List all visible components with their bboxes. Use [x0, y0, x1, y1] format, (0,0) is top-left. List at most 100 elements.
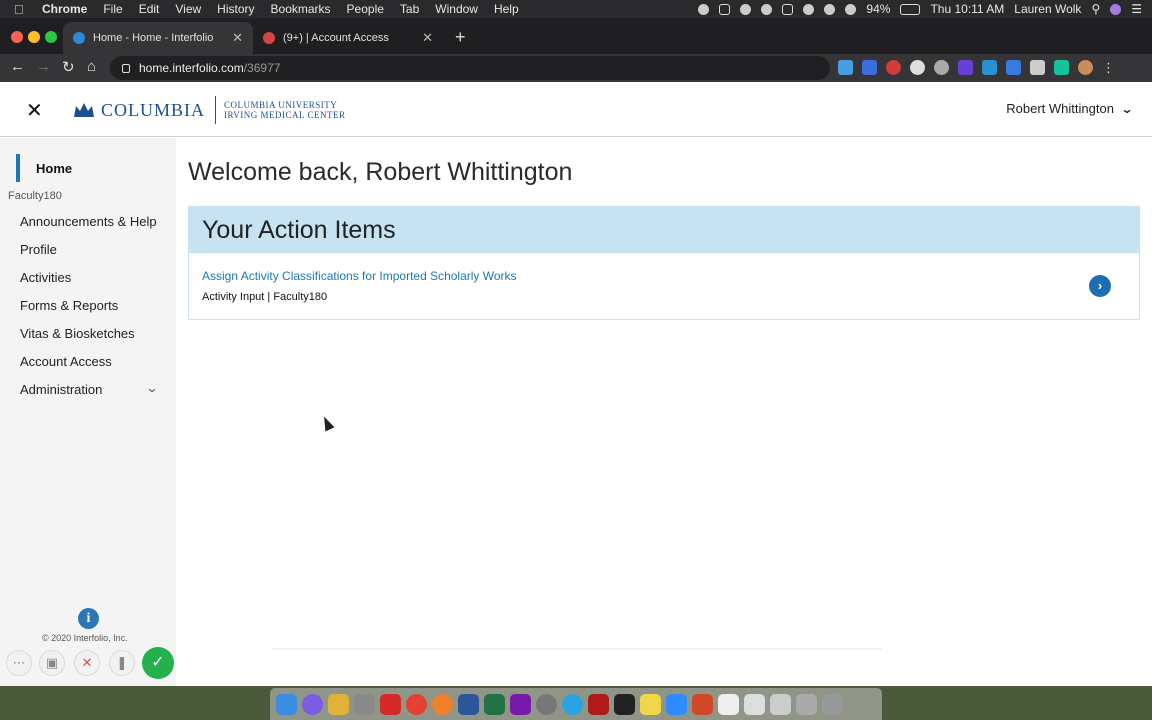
- chevron-right-icon[interactable]: ›: [1089, 275, 1111, 297]
- wifi-icon[interactable]: [824, 3, 836, 15]
- preview-icon[interactable]: [744, 693, 765, 715]
- user-name: Robert Whittington: [1006, 101, 1114, 116]
- main-content: Welcome back, Robert Whittington Your Ac…: [176, 138, 1152, 686]
- downloads-icon[interactable]: [796, 693, 817, 715]
- recorder-finish-icon[interactable]: ✓: [142, 647, 174, 679]
- apple-icon[interactable]: : [14, 2, 28, 17]
- stickies-icon[interactable]: [640, 693, 661, 715]
- siri-dock-icon[interactable]: [302, 693, 323, 715]
- acrobat-icon[interactable]: [588, 693, 609, 715]
- back-icon[interactable]: ←: [10, 58, 25, 75]
- spotlight-search-icon[interactable]: ⚲: [1091, 2, 1100, 16]
- menu-help[interactable]: Help: [494, 2, 519, 16]
- menu-bookmarks[interactable]: Bookmarks: [271, 2, 331, 16]
- extension-icon[interactable]: [838, 60, 853, 75]
- address-bar[interactable]: home.interfolio.com/36977: [110, 56, 830, 80]
- chevron-down-icon[interactable]: ⌄: [145, 381, 158, 395]
- reload-icon[interactable]: ↻: [62, 58, 75, 76]
- slack-icon[interactable]: [328, 693, 349, 715]
- sidebar-item-profile[interactable]: Profile: [20, 242, 57, 257]
- extension-icon[interactable]: [934, 60, 949, 75]
- messages-icon[interactable]: [562, 693, 583, 715]
- window-minimize-icon[interactable]: [28, 31, 40, 43]
- microphone-icon[interactable]: [698, 3, 710, 15]
- zoom-extension-icon[interactable]: [862, 60, 877, 75]
- firefox-icon[interactable]: [432, 693, 453, 715]
- menu-tab[interactable]: Tab: [400, 2, 419, 16]
- clock[interactable]: Thu 10:11 AM: [930, 2, 1004, 16]
- battery-icon[interactable]: [900, 3, 921, 15]
- info-icon[interactable]: i: [78, 608, 99, 629]
- lock-icon[interactable]: [122, 63, 130, 73]
- extension-icon[interactable]: [1030, 60, 1045, 75]
- recorder-camera-icon[interactable]: ▣: [39, 650, 65, 676]
- logo-divider: [215, 96, 217, 124]
- extension-icon[interactable]: [958, 60, 973, 75]
- window-close-icon[interactable]: [11, 31, 23, 43]
- browser-tab-home[interactable]: Home - Home - Interfolio ✕: [63, 22, 253, 54]
- menu-history[interactable]: History: [217, 2, 254, 16]
- extension-icon[interactable]: [1006, 60, 1021, 75]
- recorder-more-icon[interactable]: ⋯: [6, 650, 32, 676]
- home-icon[interactable]: ⌂: [87, 58, 96, 75]
- sidebar-item-account-access[interactable]: Account Access: [20, 354, 112, 369]
- close-tab-icon[interactable]: ✕: [422, 30, 433, 46]
- drive-icon[interactable]: [740, 3, 752, 15]
- launchpad-icon[interactable]: [354, 693, 375, 715]
- volume-icon[interactable]: [845, 3, 857, 15]
- new-tab-icon[interactable]: +: [455, 27, 466, 48]
- screenshot-icon[interactable]: [770, 693, 791, 715]
- close-menu-icon[interactable]: ✕: [26, 98, 43, 123]
- extension-icon[interactable]: [910, 60, 925, 75]
- bluetooth-icon[interactable]: [803, 3, 815, 15]
- recorder-pause-icon[interactable]: ❚: [109, 650, 135, 676]
- recorder-cancel-icon[interactable]: ✕: [74, 650, 100, 676]
- browser-tab-strip: Home - Home - Interfolio ✕ (9+) | Accoun…: [0, 18, 1152, 54]
- page-title: Welcome back, Robert Whittington: [188, 158, 573, 186]
- close-tab-icon[interactable]: ✕: [232, 30, 243, 46]
- menu-view[interactable]: View: [175, 2, 201, 16]
- menu-edit[interactable]: Edit: [139, 2, 160, 16]
- sidebar-item-announcements[interactable]: Announcements & Help: [20, 214, 157, 229]
- notification-center-icon[interactable]: ☰: [1131, 2, 1142, 16]
- sidebar-item-home[interactable]: Home: [0, 154, 176, 182]
- sidebar-item-vitas-biosketches[interactable]: Vitas & Biosketches: [20, 326, 135, 341]
- sidebar-item-activities[interactable]: Activities: [20, 270, 71, 285]
- action-item-link[interactable]: Assign Activity Classifications for Impo…: [202, 269, 517, 283]
- menu-user-name[interactable]: Lauren Wolk: [1014, 2, 1081, 16]
- menu-people[interactable]: People: [347, 2, 384, 16]
- menu-app-name[interactable]: Chrome: [42, 2, 87, 16]
- finder-icon[interactable]: [276, 693, 297, 715]
- word-icon[interactable]: [458, 693, 479, 715]
- sidebar-item-forms-reports[interactable]: Forms & Reports: [20, 298, 118, 313]
- user-menu[interactable]: Robert Whittington ⌄: [1006, 101, 1133, 116]
- powerpoint-icon[interactable]: [692, 693, 713, 715]
- trash-icon[interactable]: [822, 693, 843, 715]
- document-icon[interactable]: [718, 693, 739, 715]
- extension-icon[interactable]: [982, 60, 997, 75]
- chrome-icon[interactable]: [406, 693, 427, 715]
- screen-icon[interactable]: [782, 3, 794, 15]
- menu-file[interactable]: File: [103, 2, 122, 16]
- columbia-logo[interactable]: COLUMBIA COLUMBIA UNIVERSITY IRVING MEDI…: [72, 96, 345, 124]
- excel-icon[interactable]: [484, 693, 505, 715]
- window-zoom-icon[interactable]: [45, 31, 57, 43]
- battery-percent[interactable]: 94%: [866, 2, 890, 16]
- camera-icon[interactable]: [719, 3, 731, 15]
- forward-icon[interactable]: →: [36, 58, 51, 75]
- grammarly-icon[interactable]: [1054, 60, 1069, 75]
- macos-menu-bar:  Chrome File Edit View History Bookmark…: [0, 0, 1152, 18]
- onenote-icon[interactable]: [510, 693, 531, 715]
- more-menu-icon[interactable]: ⋮: [1102, 60, 1115, 76]
- siri-icon[interactable]: [1110, 3, 1122, 15]
- menu-window[interactable]: Window: [435, 2, 478, 16]
- sidebar-item-administration[interactable]: Administration: [20, 382, 102, 397]
- profile-avatar-icon[interactable]: [1078, 60, 1093, 75]
- system-preferences-icon[interactable]: [536, 693, 557, 715]
- creative-cloud-icon[interactable]: [761, 3, 773, 15]
- extension-icon[interactable]: [886, 60, 901, 75]
- terminal-icon[interactable]: [614, 693, 635, 715]
- browser-tab-account-access[interactable]: (9+) | Account Access ✕: [253, 22, 443, 54]
- zoom-icon[interactable]: [666, 693, 687, 715]
- adobe-icon[interactable]: [380, 693, 401, 715]
